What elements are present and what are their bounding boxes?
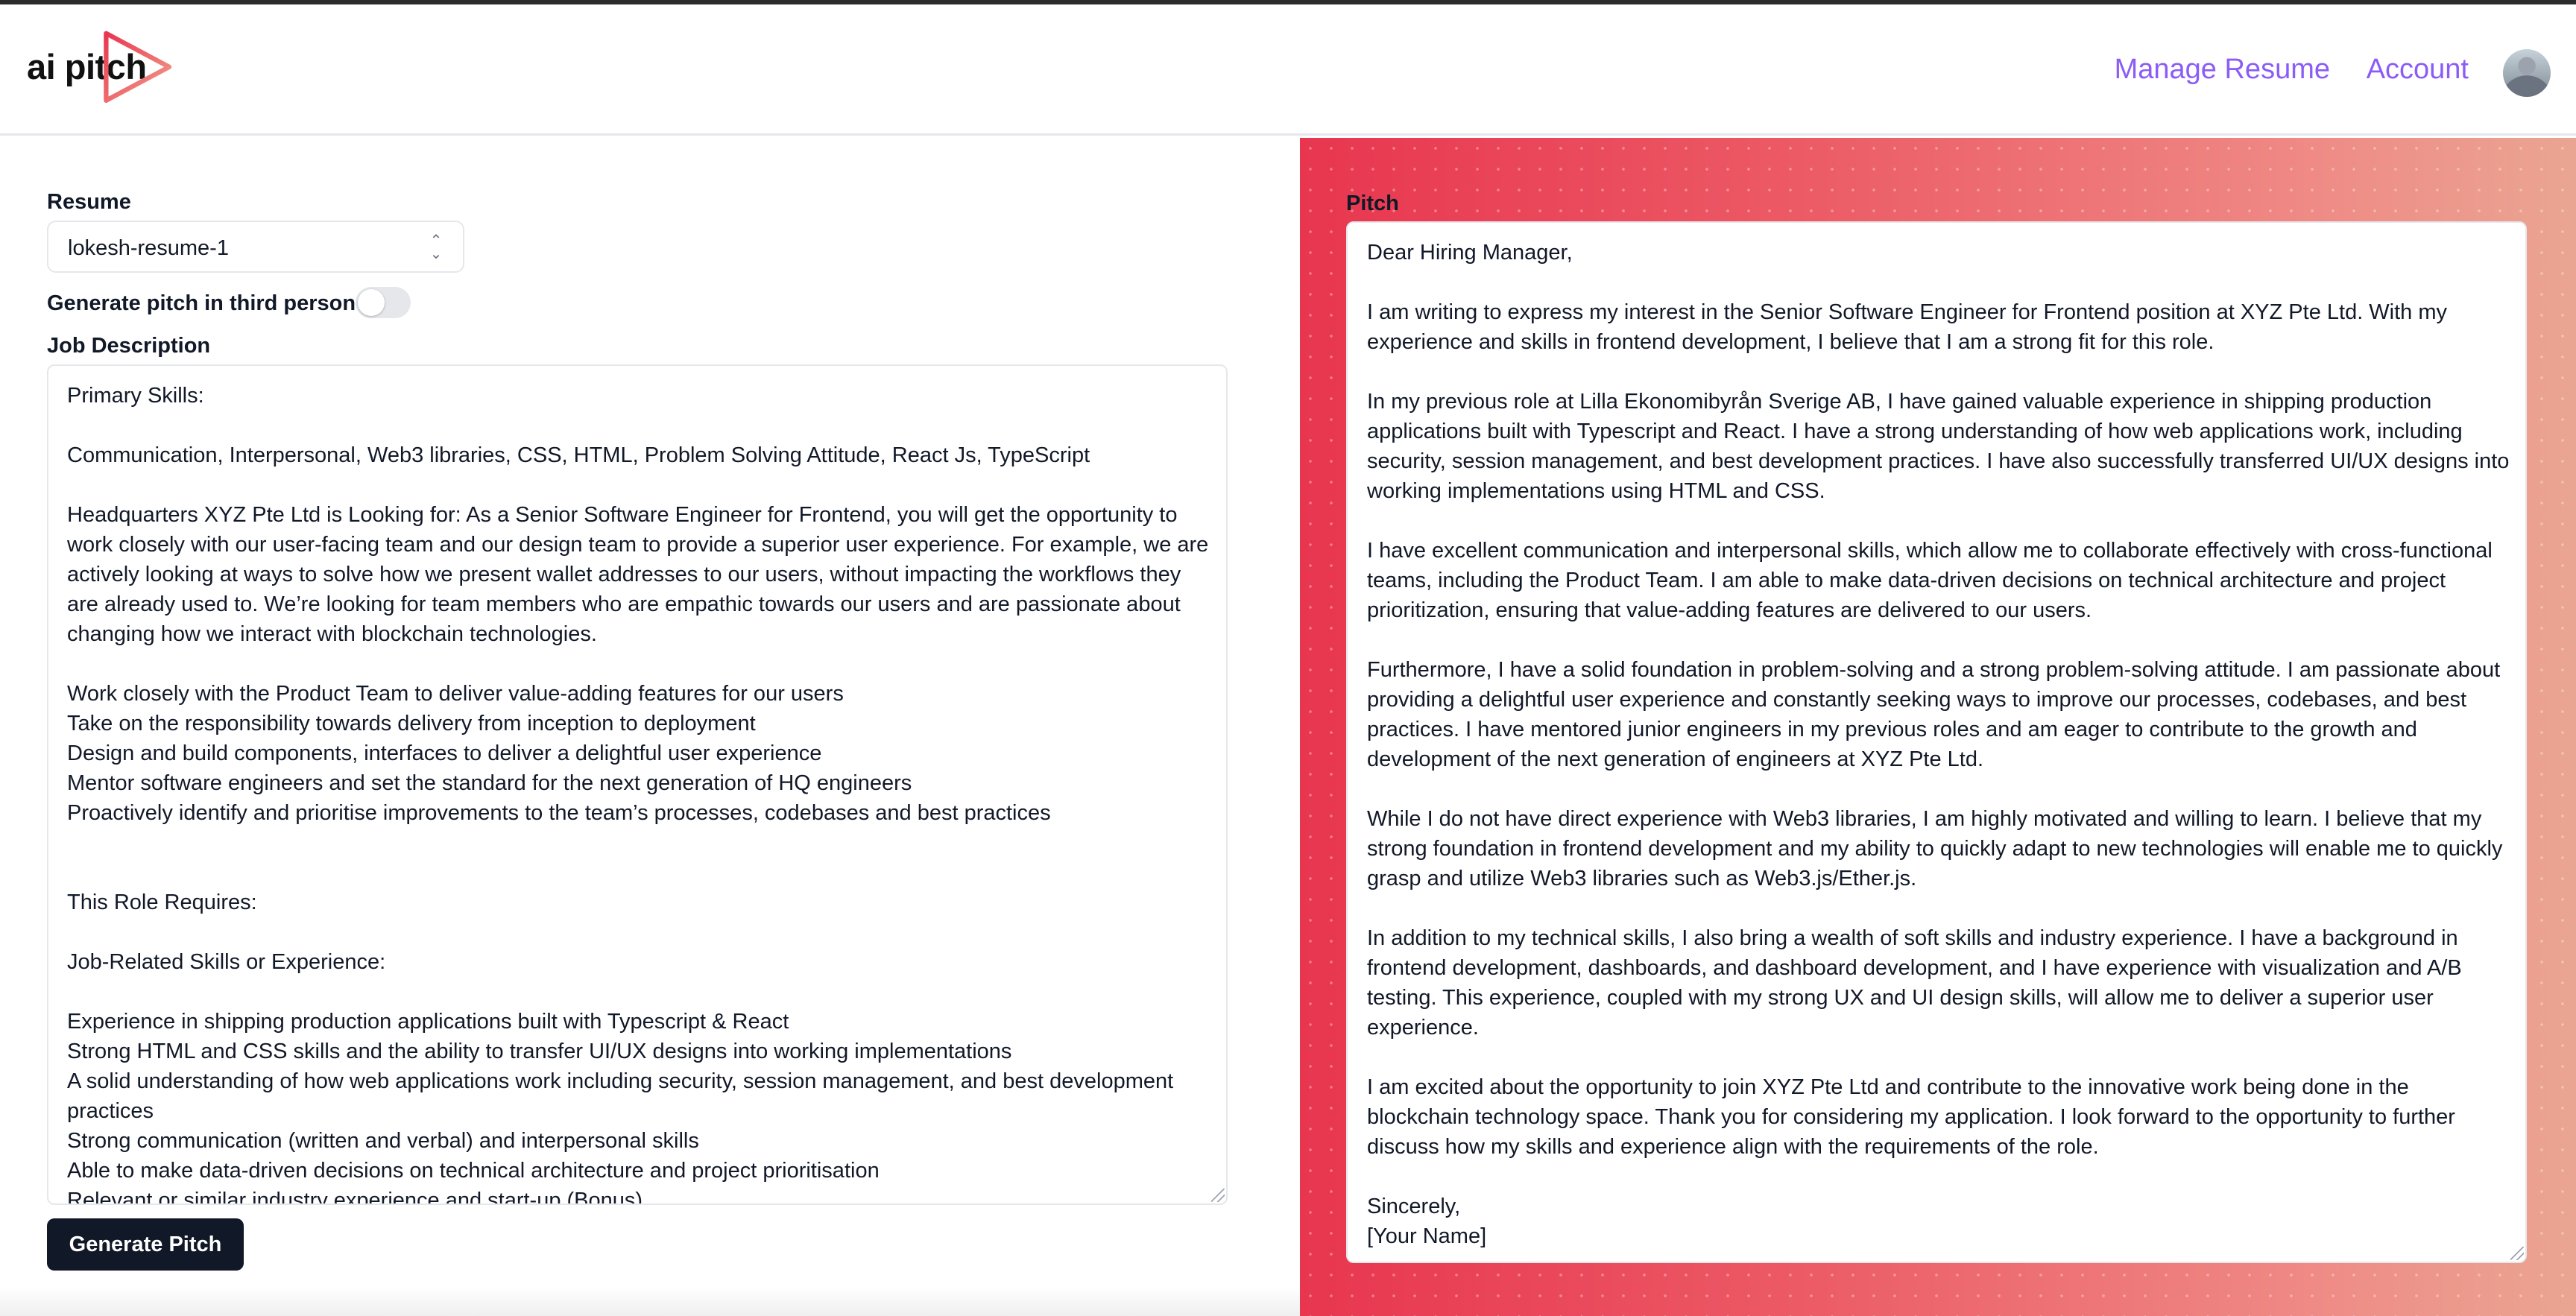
third-person-label: Generate pitch in third person [47, 291, 356, 315]
pitch-textarea[interactable]: Dear Hiring Manager, I am writing to exp… [1346, 221, 2527, 1263]
pitch-text: Dear Hiring Manager, I am writing to exp… [1367, 241, 2510, 1248]
bottom-fade [0, 1286, 1300, 1316]
resize-handle-icon[interactable] [1211, 1189, 1225, 1202]
pitch-panel: Pitch Dear Hiring Manager, I am writing … [1300, 138, 2576, 1316]
nav-account-link[interactable]: Account [2367, 54, 2469, 86]
generate-pitch-button[interactable]: Generate Pitch [47, 1218, 244, 1271]
resume-label: Resume [47, 190, 131, 214]
nav-manage-resume-link[interactable]: Manage Resume [2115, 54, 2330, 86]
job-description-text: Primary Skills: Communication, Interpers… [67, 384, 1209, 1205]
play-triangle-icon [104, 31, 172, 103]
avatar[interactable] [2503, 49, 2551, 97]
chevron-up-down-icon: ⌃ ⌄ [429, 232, 443, 262]
resize-handle-icon[interactable] [2510, 1247, 2524, 1260]
resume-select[interactable]: lokesh-resume-1 ⌃ ⌄ [47, 221, 464, 273]
job-description-label: Job Description [47, 334, 211, 358]
input-panel: Resume lokesh-resume-1 ⌃ ⌄ Generate pitch… [0, 138, 1300, 1316]
resume-select-value: lokesh-resume-1 [68, 236, 229, 260]
app-logo[interactable]: ai pitch [27, 25, 176, 115]
toggle-knob [358, 289, 385, 316]
third-person-toggle[interactable] [356, 287, 411, 318]
app-header: ai pitch Manage Resume Account [0, 4, 2576, 136]
pitch-label: Pitch [1346, 192, 1399, 215]
job-description-textarea[interactable]: Primary Skills: Communication, Interpers… [47, 364, 1228, 1205]
